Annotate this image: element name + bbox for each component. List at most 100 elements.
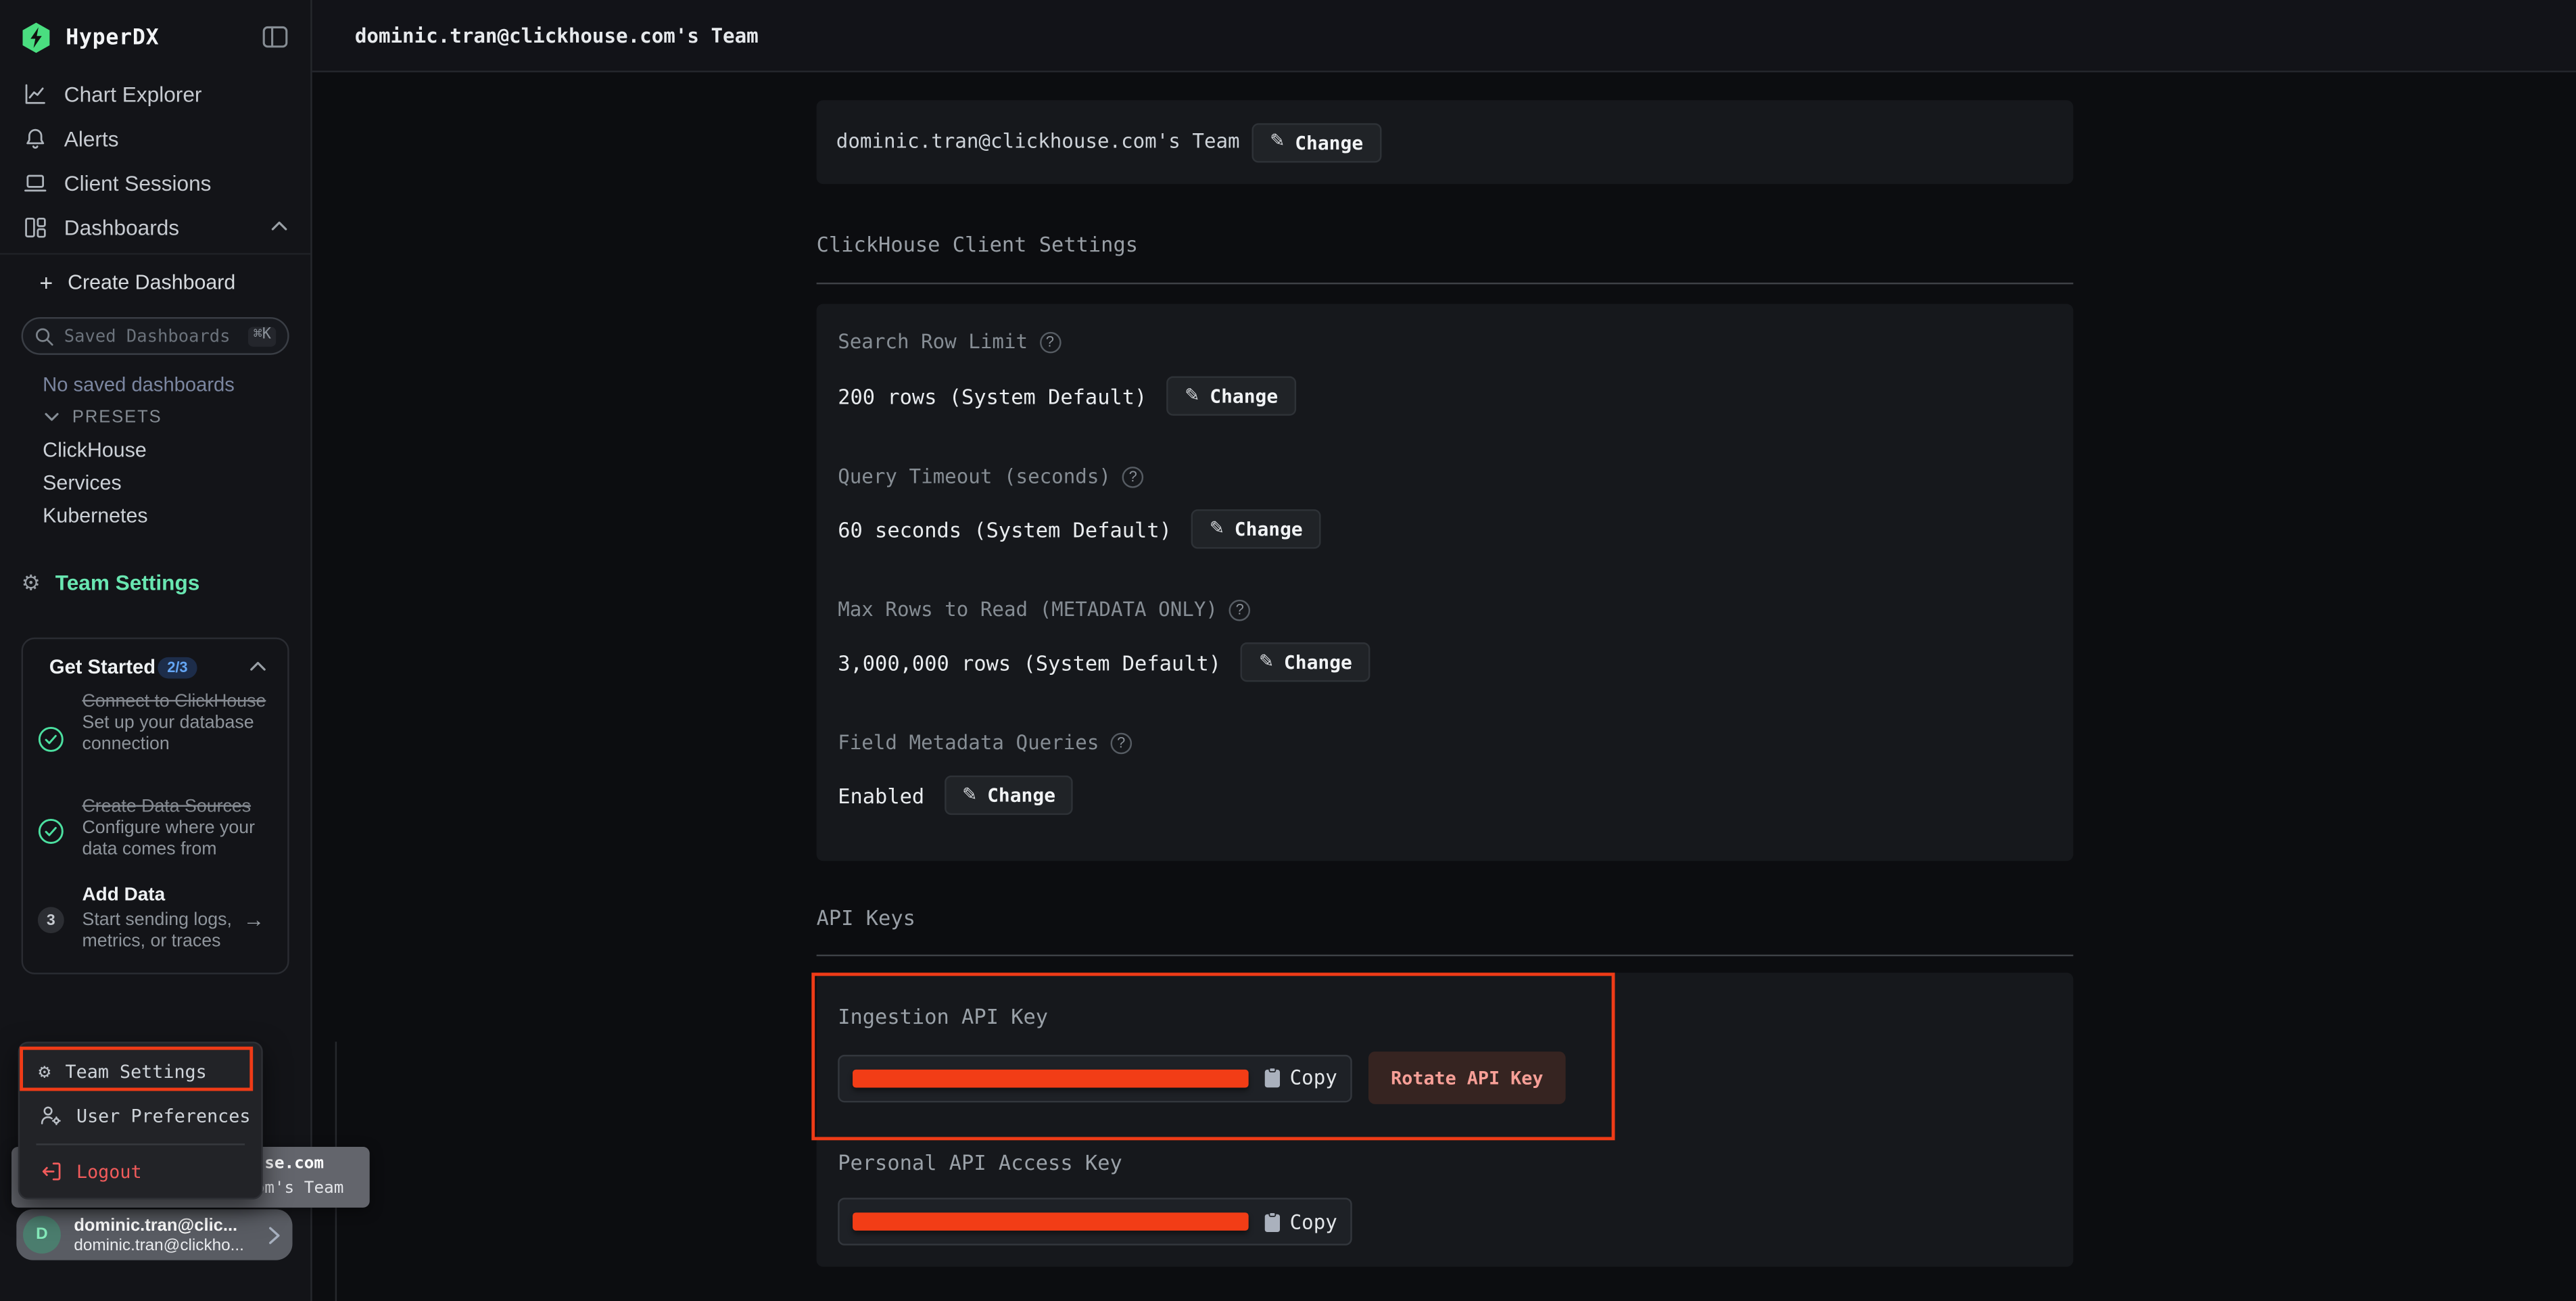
pencil-icon: ✎ [1259, 653, 1274, 671]
field-label-text: Field Metadata Queries [838, 731, 1099, 754]
menu-item-label: User Preferences [76, 1105, 250, 1127]
chevron-up-icon[interactable] [249, 661, 266, 672]
plus-icon: + [39, 271, 53, 294]
step-title: Connect to ClickHouse [82, 692, 266, 711]
clipboard-icon [1264, 1066, 1282, 1089]
sidebar-item-client-sessions[interactable]: Client Sessions [0, 161, 312, 206]
user-name: dominic.tran@clic... [74, 1216, 237, 1235]
logo-row[interactable]: HyperDX [20, 18, 159, 57]
get-started-step[interactable]: Start sending logs, metrics, or traces [82, 909, 246, 952]
get-started-step[interactable]: Create Data Sources Configure where your… [82, 797, 269, 861]
help-icon[interactable]: ? [1110, 732, 1132, 753]
field-label: Field Metadata Queries ? [838, 731, 1132, 754]
clipboard-icon [1264, 1210, 1282, 1233]
field-label-text: Search Row Limit [838, 330, 1028, 353]
sidebar-item-chart-explorer[interactable]: Chart Explorer [0, 72, 312, 117]
laptop-icon [22, 170, 48, 196]
create-dashboard-button[interactable]: + Create Dashboard [39, 268, 235, 298]
ingestion-api-key-label: Ingestion API Key [838, 1004, 1048, 1028]
search-input[interactable] [64, 326, 249, 346]
sidebar-item-dashboards[interactable]: Dashboards [0, 206, 312, 250]
menu-divider [35, 1143, 244, 1144]
create-dashboard-label: Create Dashboard [68, 271, 235, 294]
pencil-icon: ✎ [1270, 133, 1285, 151]
team-name-value: dominic.tran@clickhouse.com's Team [836, 130, 1240, 153]
gear-icon: ⚙ [22, 571, 41, 592]
menu-item-user-preferences[interactable]: User Preferences [19, 1097, 260, 1133]
bell-icon [22, 126, 48, 152]
check-circle-icon [38, 818, 64, 845]
sidebar-item-label: Dashboards [64, 215, 179, 239]
field-label: Query Timeout (seconds) ? [838, 465, 1143, 488]
copy-button-label: Copy [1290, 1066, 1337, 1089]
change-query-timeout-button[interactable]: ✎ Change [1191, 509, 1320, 548]
preset-kubernetes[interactable]: Kubernetes [43, 504, 147, 527]
app-root: HyperDX Chart Explorer Alert [0, 0, 2576, 1301]
chart-explorer-icon [22, 81, 48, 108]
preset-services[interactable]: Services [43, 471, 121, 494]
step-title: Add Data [82, 886, 165, 905]
change-button-label: Change [1295, 131, 1363, 153]
sidebar-item-label: Alerts [64, 126, 119, 151]
change-search-row-limit-button[interactable]: ✎ Change [1167, 376, 1296, 415]
change-field-metadata-button[interactable]: ✎ Change [944, 776, 1073, 815]
copy-button[interactable]: Copy [1264, 1066, 1337, 1089]
change-max-rows-button[interactable]: ✎ Change [1241, 642, 1370, 682]
step-number-badge: 3 [38, 907, 64, 933]
redacted-api-key [853, 1069, 1249, 1087]
no-saved-dashboards-text: No saved dashboards [43, 373, 235, 396]
field-label-text: Query Timeout (seconds) [838, 465, 1111, 488]
user-profile-button[interactable]: D dominic.tran@clic... dominic.tran@clic… [16, 1209, 292, 1260]
shortcut-badge: ⌘K [248, 326, 276, 346]
field-value: 60 seconds (System Default) [838, 517, 1172, 541]
presets-label: PRESETS [72, 408, 162, 427]
sidebar-item-label: Client Sessions [64, 171, 212, 195]
section-divider [817, 282, 2074, 283]
pencil-icon: ✎ [1210, 520, 1224, 538]
menu-item-logout[interactable]: Logout [19, 1154, 260, 1189]
user-menu: ⚙ Team Settings User Preferences [18, 1041, 262, 1199]
help-icon[interactable]: ? [1122, 466, 1144, 488]
user-email: dominic.tran@clickho... [74, 1237, 244, 1256]
personal-api-key-field[interactable]: Copy [838, 1198, 1352, 1245]
preset-clickhouse[interactable]: ClickHouse [43, 439, 147, 462]
user-gear-icon [39, 1104, 62, 1127]
chevron-right-icon [268, 1226, 281, 1246]
help-icon[interactable]: ? [1039, 331, 1061, 353]
main-area: dominic.tran@clickhouse.com's Team domin… [312, 0, 2576, 1301]
get-started-step[interactable]: Connect to ClickHouse Set up your databa… [82, 692, 269, 756]
get-started-title: Get Started [49, 655, 156, 678]
sidebar-divider [0, 253, 310, 254]
sidebar-collapse-icon[interactable] [261, 23, 289, 51]
arrow-right-icon[interactable]: → [243, 907, 265, 931]
api-keys-panel: Ingestion API Key Copy Rotate API Key Pe… [817, 972, 2074, 1267]
ingestion-api-key-row: Copy Rotate API Key [838, 1051, 1565, 1104]
field-value-row: 60 seconds (System Default) ✎ Change [838, 509, 1320, 548]
avatar: D [23, 1216, 61, 1254]
copy-button[interactable]: Copy [1264, 1210, 1337, 1233]
chevron-up-icon[interactable] [271, 220, 287, 232]
ingestion-api-key-field[interactable]: Copy [838, 1054, 1352, 1102]
copy-button-label: Copy [1290, 1210, 1337, 1233]
change-button-label: Change [1210, 385, 1278, 408]
hyperdx-logo-icon [20, 22, 53, 55]
sidebar-item-alerts[interactable]: Alerts [0, 117, 312, 162]
help-icon[interactable]: ? [1229, 599, 1251, 621]
presets-toggle[interactable]: PRESETS [45, 408, 162, 427]
check-circle-icon [38, 726, 64, 753]
logout-icon [39, 1160, 62, 1183]
section-heading-api-keys: API Keys [817, 905, 915, 930]
field-value-row: 200 rows (System Default) ✎ Change [838, 376, 1296, 415]
step-title: Create Data Sources [82, 797, 251, 816]
step-desc: Configure where your data comes from [82, 818, 255, 859]
saved-dashboards-search[interactable]: ⌘K [22, 317, 289, 355]
field-value: 3,000,000 rows (System Default) [838, 650, 1221, 674]
menu-item-team-settings[interactable]: ⚙ Team Settings [19, 1054, 260, 1089]
dashboards-icon [22, 214, 48, 241]
sidebar-item-team-settings[interactable]: ⚙ Team Settings [22, 565, 200, 598]
field-value: 200 rows (System Default) [838, 383, 1147, 408]
team-settings-label: Team Settings [55, 569, 200, 594]
rotate-api-key-button[interactable]: Rotate API Key [1368, 1051, 1566, 1104]
change-team-name-button[interactable]: ✎ Change [1252, 122, 1381, 162]
menu-item-label: Team Settings [66, 1060, 207, 1082]
